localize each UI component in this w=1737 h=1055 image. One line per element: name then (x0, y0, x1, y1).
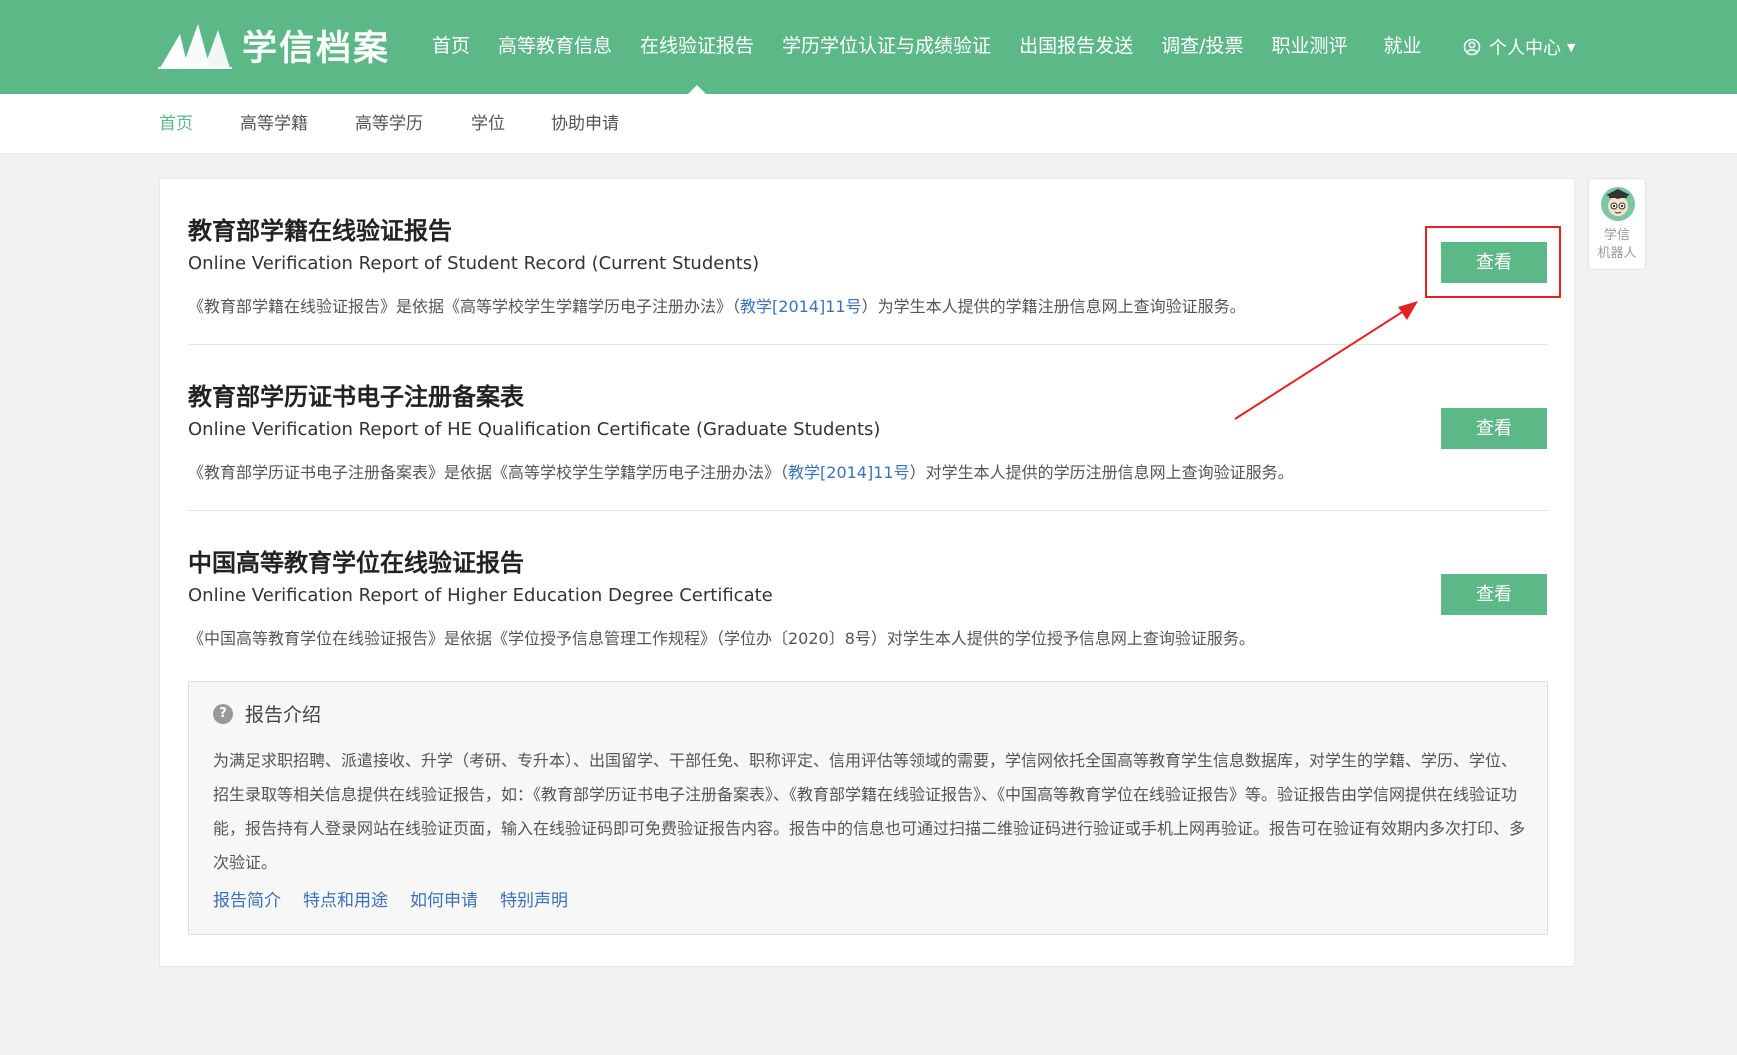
user-icon (1463, 38, 1481, 56)
report-description: 《教育部学历证书电子注册备案表》是依据《高等学校学生学籍学历电子注册办法》（教学… (188, 459, 1294, 483)
intro-header: ? 报告介绍 (213, 700, 321, 727)
subnav-item-qualification[interactable]: 高等学历 (355, 94, 423, 154)
subnav-item-home[interactable]: 首页 (159, 94, 193, 154)
intro-title: 报告介绍 (245, 704, 322, 726)
robot-label-line: 学信 (1603, 228, 1630, 243)
main-nav: 首页 高等教育信息 在线验证报告 学历学位认证与成绩验证 出国报告发送 调查/投… (432, 0, 1450, 94)
logo[interactable]: 学信档案 (158, 20, 390, 70)
nav-item-survey-vote[interactable]: 调查/投票 (1161, 0, 1243, 94)
report-description-text: ）对学生本人提供的学历注册信息网上查询验证服务。 (909, 463, 1294, 482)
report-description-text: 《教育部学历证书电子注册备案表》是依据《高等学校学生学籍学历电子注册办法》（ (188, 463, 789, 482)
view-button-qualification[interactable]: 查看 (1441, 408, 1547, 449)
regulation-link[interactable]: 教学[2014]11号 (740, 297, 862, 316)
robot-label: 学信 机器人 (1589, 227, 1645, 263)
report-intro-box: ? 报告介绍 为满足求职招聘、派遣接收、升学（考研、专升本）、出国留学、干部任免… (188, 681, 1548, 935)
logo-icon (158, 24, 232, 69)
link-how-to-apply[interactable]: 如何申请 (410, 886, 478, 911)
report-description-text: ）为学生本人提供的学籍注册信息网上查询验证服务。 (861, 297, 1246, 316)
nav-item-higher-education[interactable]: 高等教育信息 (498, 0, 612, 94)
link-special-statement[interactable]: 特别声明 (500, 886, 568, 911)
subnav-item-assist-apply[interactable]: 协助申请 (551, 94, 619, 154)
view-button-degree[interactable]: 查看 (1441, 574, 1547, 615)
nav-item-home[interactable]: 首页 (432, 0, 470, 94)
robot-avatar-icon (1601, 187, 1635, 221)
subnav-item-student-record[interactable]: 高等学籍 (240, 94, 308, 154)
nav-item-overseas-report[interactable]: 出国报告发送 (1019, 0, 1133, 94)
question-icon: ? (213, 703, 233, 724)
nav-item-employment[interactable]: 就业 (1384, 0, 1422, 94)
logo-text: 学信档案 (242, 28, 391, 69)
regulation-link[interactable]: 教学[2014]11号 (788, 463, 910, 482)
report-description: 《中国高等教育学位在线验证报告》是依据《学位授予信息管理工作规程》（学位办〔20… (188, 625, 1255, 649)
report-title: 教育部学籍在线验证报告 (188, 217, 452, 245)
annotation-arrow-icon (1234, 301, 1418, 420)
nav-item-degree-certification[interactable]: 学历学位认证与成绩验证 (782, 0, 991, 94)
report-description-text: 《中国高等教育学位在线验证报告》是依据《学位授予信息管理工作规程》（学位办〔20… (188, 629, 1255, 648)
report-subtitle: Online Verification Report of Student Re… (188, 253, 760, 274)
subnav-item-degree[interactable]: 学位 (471, 94, 505, 154)
intro-body-text: 为满足求职招聘、派遣接收、升学（考研、专升本）、出国留学、干部任免、职称评定、信… (213, 751, 1526, 872)
annotation-highlight-box (1425, 226, 1561, 298)
top-header: 学信档案 首页 高等教育信息 在线验证报告 学历学位认证与成绩验证 出国报告发送… (0, 0, 1737, 94)
report-description: 《教育部学籍在线验证报告》是依据《高等学校学生学籍学历电子注册办法》（教学[20… (188, 293, 1246, 317)
nav-item-career-test[interactable]: 职业测评 (1271, 0, 1347, 94)
robot-assistant[interactable]: 学信 机器人 (1588, 178, 1646, 270)
report-title: 中国高等教育学位在线验证报告 (188, 549, 524, 577)
report-title: 教育部学历证书电子注册备案表 (188, 383, 524, 411)
link-features-uses[interactable]: 特点和用途 (303, 886, 388, 911)
caret-down-icon: ▼ (1567, 40, 1576, 54)
robot-label-line: 机器人 (1597, 246, 1637, 261)
nav-item-online-verification[interactable]: 在线验证报告 (640, 0, 754, 94)
intro-links: 报告简介 特点和用途 如何申请 特别声明 (213, 886, 590, 911)
report-subtitle: Online Verification Report of HE Qualifi… (188, 419, 881, 440)
sub-nav: 首页 高等学籍 高等学历 学位 协助申请 (0, 94, 1737, 154)
link-report-summary[interactable]: 报告简介 (213, 886, 281, 911)
report-card: 中国高等教育学位在线验证报告 Online Verification Repor… (188, 511, 1548, 677)
report-subtitle: Online Verification Report of Higher Edu… (188, 585, 773, 606)
report-description-text: 《教育部学籍在线验证报告》是依据《高等学校学生学籍学历电子注册办法》（ (188, 297, 741, 316)
user-center-label: 个人中心 (1489, 38, 1561, 59)
user-center-menu[interactable]: 个人中心 ▼ (1463, 0, 1575, 94)
